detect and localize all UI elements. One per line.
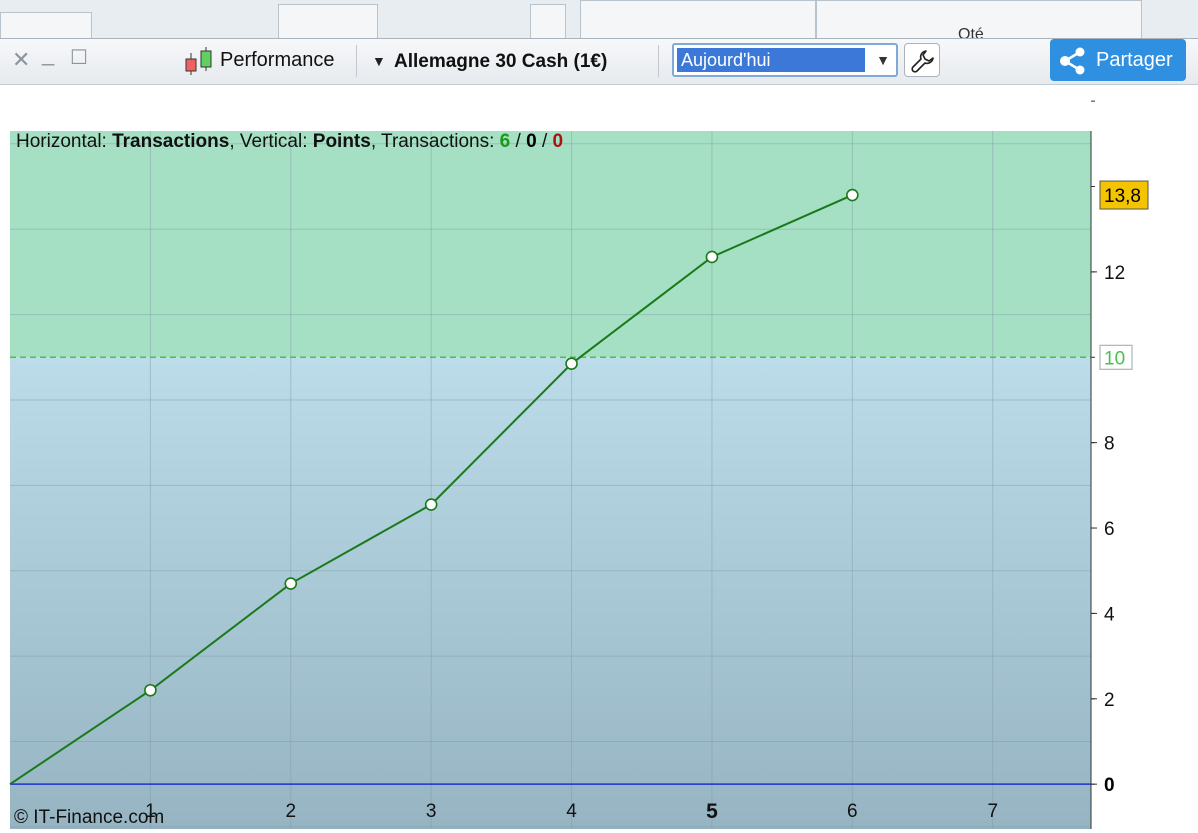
period-select[interactable]: Aujourd'hui ▼ (672, 43, 898, 77)
instrument-selector[interactable]: Allemagne 30 Cash (1€) (394, 51, 607, 73)
info-horizontal-label: Horizontal: (16, 131, 107, 152)
performance-window: ✕ _ ☐ Performance ▼ Allemagne 30 Cash (1… (0, 38, 1198, 833)
slash: / (542, 131, 548, 152)
info-horizontal-value: Transactions (112, 131, 229, 152)
x-tick-label: 4 (566, 801, 577, 822)
last-value-badge: 13,8 (1099, 180, 1149, 210)
performance-chart: 246812 1234567 10 13,8 0 Horizontal: Tra… (0, 85, 1198, 833)
window-toolbar: ✕ _ ☐ Performance ▼ Allemagne 30 Cash (1… (0, 39, 1198, 85)
toolbar-separator (658, 45, 659, 77)
x-tick-label: 2 (285, 801, 296, 822)
x-tick-label: 7 (987, 801, 998, 822)
below-threshold-area (10, 357, 1091, 829)
last-value-label: 13,8 (1104, 186, 1141, 207)
copyright-label: © IT-Finance.com (14, 807, 164, 828)
threshold-value-badge: 10 (1099, 344, 1133, 370)
chart-info-line: Horizontal: Transactions, Vertical: Poin… (16, 131, 563, 152)
close-icon[interactable]: ✕ (12, 49, 30, 71)
data-point (424, 498, 438, 511)
info-transactions-label: Transactions: (381, 131, 494, 152)
chevron-down-icon[interactable]: ▼ (876, 52, 890, 68)
data-point (705, 250, 719, 264)
instrument-dropdown-icon[interactable]: ▼ (372, 53, 386, 69)
x-tick-label: 5 (706, 800, 718, 823)
background-tool-button[interactable] (530, 4, 566, 40)
y-tick-label: 2 (1104, 690, 1115, 711)
y-tick-label: 6 (1104, 519, 1115, 540)
transactions-losing: 0 (553, 131, 564, 152)
background-panel-a (580, 0, 816, 40)
minimize-icon[interactable]: _ (42, 43, 54, 65)
data-point (284, 577, 298, 590)
toolbar-separator (356, 45, 357, 77)
transactions-winning: 6 (500, 131, 511, 152)
share-icon (1058, 47, 1088, 80)
y-tick-label: 8 (1104, 434, 1115, 455)
wrench-icon (911, 49, 935, 78)
above-threshold-area (10, 131, 1091, 358)
y-tick-label: 4 (1104, 604, 1115, 625)
x-tick-label: 3 (426, 801, 437, 822)
info-vertical-label: Vertical: (240, 131, 308, 152)
maximize-icon[interactable]: ☐ (70, 47, 88, 69)
slash: / (516, 131, 522, 152)
share-button[interactable]: Partager (1050, 39, 1186, 81)
candlestick-icon (182, 47, 216, 77)
transactions-neutral: 0 (526, 131, 537, 152)
data-point (144, 683, 157, 697)
data-point (565, 357, 578, 370)
settings-button[interactable] (904, 43, 940, 77)
zero-value-label: 0 (1104, 775, 1115, 796)
data-point (846, 188, 859, 202)
background-dropdown[interactable] (0, 12, 92, 40)
performance-label[interactable]: Performance (220, 49, 335, 72)
x-tick-label: 6 (847, 801, 858, 822)
threshold-value-label: 10 (1104, 348, 1125, 369)
info-vertical-value: Points (313, 131, 371, 152)
y-tick-label: 12 (1104, 263, 1125, 284)
background-indicator-button[interactable] (278, 4, 378, 40)
period-selected-value[interactable]: Aujourd'hui (677, 48, 865, 72)
share-label[interactable]: Partager (1096, 49, 1173, 72)
